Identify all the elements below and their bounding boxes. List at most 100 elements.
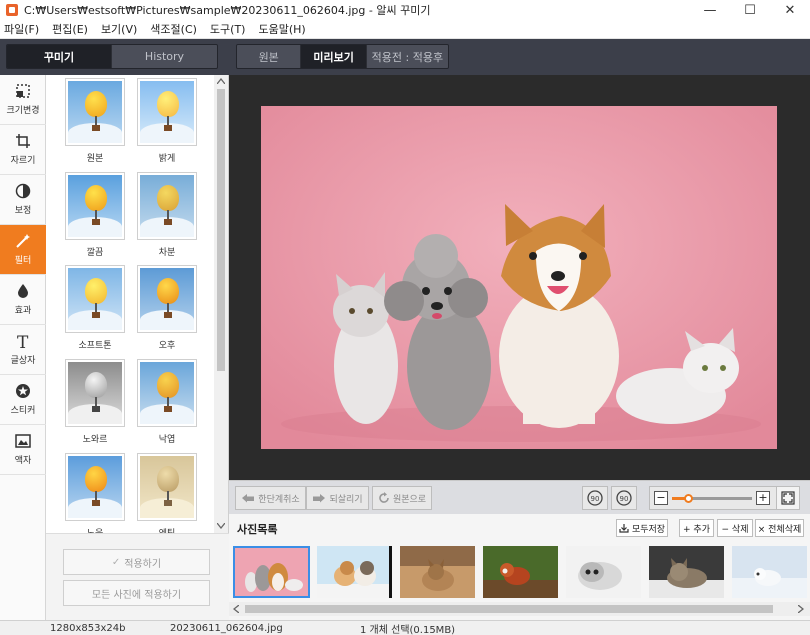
zoom-slider-handle[interactable] [684, 494, 693, 503]
photo-thumbnail[interactable] [400, 546, 475, 598]
scrollbar-thumb[interactable] [217, 89, 225, 371]
app-window: C:₩Users₩estsoft₩Pictures₩sample₩2023061… [0, 0, 810, 635]
crop-icon [15, 133, 31, 149]
scroll-down-icon[interactable] [217, 523, 225, 529]
filter-sunset[interactable] [65, 453, 125, 521]
status-dimensions: 1280x853x24b [50, 622, 126, 634]
photo-thumbnail[interactable] [233, 546, 310, 598]
photo-thumbnail[interactable] [566, 546, 641, 598]
tool-resize[interactable]: 크기변경 [0, 75, 46, 125]
menu-color[interactable]: 색조절(C) [150, 21, 197, 37]
mode-tabs: 꾸미기 History [6, 44, 218, 69]
undo-button[interactable]: 한단계취소 [235, 486, 306, 510]
menu-tools[interactable]: 도구(T) [210, 21, 246, 37]
save-icon [619, 524, 629, 533]
menu-view[interactable]: 보기(V) [101, 21, 137, 37]
tool-sticker[interactable]: 스티커 [0, 375, 46, 425]
preview-area [229, 75, 810, 480]
add-photo-button[interactable]: + 추가 [679, 519, 714, 537]
close-button[interactable]: ✕ [770, 0, 810, 20]
thumbnail-image [400, 546, 475, 598]
filter-calm[interactable] [137, 172, 197, 240]
filter-preview [140, 268, 194, 330]
scroll-up-icon[interactable] [217, 78, 225, 84]
filter-preview [140, 81, 194, 143]
zoom-in-button[interactable]: + [756, 491, 770, 505]
apply-area: ✓ 적용하기 모든 사진에 적용하기 [46, 533, 229, 620]
top-toolbar: 꾸미기 History 원본 미리보기 적용전 : 적용후 [0, 39, 810, 75]
redo-button[interactable]: 되살리기 [306, 486, 369, 510]
tool-crop[interactable]: 자르기 [0, 125, 46, 175]
apply-all-label: 모든 사진에 적용하기 [91, 589, 182, 601]
tab-original[interactable]: 원본 [237, 45, 302, 68]
view-tabs: 원본 미리보기 적용전 : 적용후 [236, 44, 449, 69]
menu-edit[interactable]: 편집(E) [52, 21, 88, 37]
photo-thumbnail[interactable] [317, 546, 392, 598]
tool-sidebar: 크기변경 자르기 보정 필터 효과 T 글상자 스티커 액자 [0, 75, 46, 620]
thumbnail-image [317, 546, 392, 598]
zoom-slider[interactable] [672, 494, 752, 503]
apply-all-button[interactable]: 모든 사진에 적용하기 [63, 580, 210, 606]
menu-file[interactable]: 파일(F) [4, 21, 39, 37]
tool-adjust[interactable]: 보정 [0, 175, 46, 225]
fit-screen-button[interactable] [776, 486, 800, 510]
tab-preview[interactable]: 미리보기 [301, 45, 367, 68]
tool-filter[interactable]: 필터 [0, 225, 46, 275]
star-icon [15, 383, 31, 399]
menu-help[interactable]: 도움말(H) [258, 21, 305, 37]
filter-afternoon[interactable] [137, 265, 197, 333]
photo-thumbnail[interactable] [483, 546, 558, 598]
tool-effect[interactable]: 효과 [0, 275, 46, 325]
filter-preview [68, 456, 122, 518]
tab-before-after[interactable]: 적용전 : 적용후 [366, 45, 448, 68]
tool-frame[interactable]: 액자 [0, 425, 46, 475]
apply-button[interactable]: ✓ 적용하기 [63, 549, 210, 575]
thumbnail-image [732, 546, 807, 598]
redo-icon [313, 494, 326, 503]
filter-preview [140, 362, 194, 424]
rotate-left-button[interactable]: 90 [582, 486, 608, 510]
filter-scrollbar[interactable] [214, 75, 228, 533]
filter-noir[interactable] [65, 359, 125, 427]
filter-preview [68, 175, 122, 237]
tool-label: 효과 [14, 306, 32, 316]
minimize-button[interactable]: — [690, 0, 730, 20]
filter-softtone[interactable] [65, 265, 125, 333]
photo-thumbnail[interactable] [649, 546, 724, 598]
fit-screen-icon [781, 491, 795, 505]
preview-photo[interactable] [261, 106, 777, 449]
filter-original[interactable] [65, 78, 125, 146]
filter-antique[interactable] [137, 453, 197, 521]
drop-icon [15, 283, 31, 299]
scroll-right-icon[interactable] [798, 605, 804, 613]
svg-text:T: T [17, 333, 29, 349]
revert-button[interactable]: 원본으로 [372, 486, 432, 510]
tool-label: 크기변경 [6, 106, 40, 116]
tab-history[interactable]: History [112, 45, 217, 68]
filter-bright[interactable] [137, 78, 197, 146]
tool-textbox[interactable]: T 글상자 [0, 325, 46, 375]
filter-label: 오후 [158, 341, 176, 351]
photo-strip [229, 544, 810, 602]
thumbnail-image [235, 548, 308, 596]
filter-preview [68, 81, 122, 143]
save-all-button[interactable]: 모두저장 [616, 519, 668, 537]
filter-preview [68, 362, 122, 424]
photo-thumbnail[interactable] [732, 546, 807, 598]
resize-icon [15, 83, 31, 99]
rotate-right-button[interactable]: 90 [611, 486, 637, 510]
delete-photo-button[interactable]: − 삭제 [717, 519, 753, 537]
filter-fallen-leaves[interactable] [137, 359, 197, 427]
filter-clean[interactable] [65, 172, 125, 240]
app-icon [6, 4, 18, 16]
delete-all-button[interactable]: × 전체삭제 [755, 519, 804, 537]
photo-list-scrollbar[interactable] [229, 602, 810, 616]
scrollbar-thumb[interactable] [245, 605, 773, 613]
tool-label: 필터 [14, 256, 32, 266]
zoom-out-button[interactable]: − [654, 491, 668, 505]
tool-label: 액자 [14, 456, 32, 466]
filter-thumbnails: 원본 밝게 깔끔 차분 소프트톤 오후 노와르 낙엽 [46, 75, 213, 533]
tab-decorate[interactable]: 꾸미기 [7, 45, 112, 68]
scroll-left-icon[interactable] [233, 605, 239, 613]
maximize-button[interactable]: ☐ [730, 0, 770, 20]
